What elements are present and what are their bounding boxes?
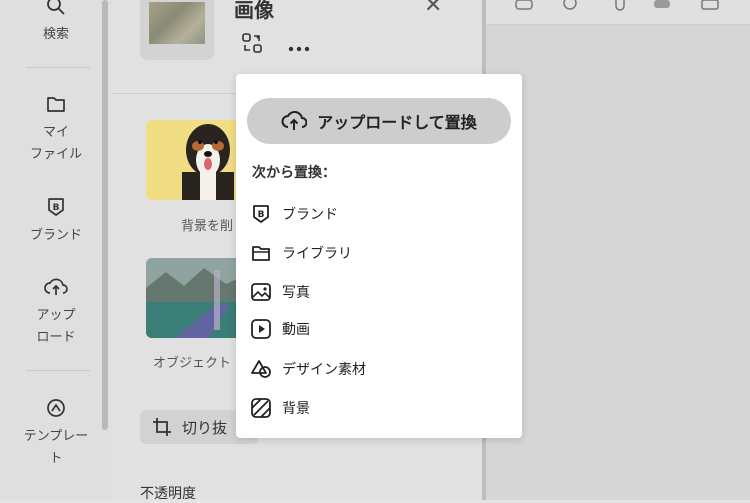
nav-upload[interactable]: アップ ロード: [0, 275, 112, 349]
cloud-upload-icon: [281, 110, 308, 130]
top-toolbar: [486, 0, 750, 25]
menu-item-label: 背景: [282, 401, 310, 417]
nav-templates-label: テンプレー ト: [23, 429, 89, 466]
toolbar-icon[interactable]: [700, 0, 720, 14]
panel-divider: [112, 93, 236, 94]
menu-item-label: ブランド: [282, 207, 338, 223]
svg-text:B: B: [53, 203, 60, 213]
nav-search[interactable]: 検索: [0, 0, 112, 46]
menu-item-label: 写真: [282, 285, 310, 301]
menu-item-design-elements[interactable]: デザイン素材: [250, 354, 500, 384]
replace-menu: アップロードして置換 次から置換： B ブランド ライブラリ 写真 動画 デザイ…: [236, 74, 522, 438]
menu-item-videos[interactable]: 動画: [250, 314, 500, 344]
menu-item-library[interactable]: ライブラリ: [250, 238, 500, 268]
menu-item-photos[interactable]: 写真: [250, 277, 500, 307]
background-icon: [250, 397, 272, 419]
panel-title: 画像: [234, 0, 274, 22]
shapes-icon: [250, 358, 272, 380]
menu-item-label: ライブラリ: [282, 246, 352, 262]
sidebar-divider: [26, 67, 90, 68]
nav-my-files[interactable]: マイ ファイル: [0, 92, 112, 166]
replace-icon[interactable]: [240, 31, 264, 55]
menu-item-label: 動画: [282, 322, 310, 338]
background-remover-card[interactable]: [146, 120, 248, 200]
upload-and-replace-label: アップロードして置換: [317, 113, 477, 132]
photo-icon: [250, 281, 272, 303]
cloud-upload-icon: [44, 275, 68, 299]
menu-item-label: デザイン素材: [282, 362, 366, 378]
crop-label: 切り抜: [182, 418, 228, 437]
replace-from-heading: 次から置換：: [252, 165, 336, 181]
toolbar-icon[interactable]: [652, 0, 672, 14]
menu-item-brand[interactable]: B ブランド: [250, 199, 500, 229]
more-options-icon[interactable]: [288, 38, 310, 57]
nav-my-files-label: マイ ファイル: [29, 125, 82, 162]
templates-icon: [44, 396, 68, 420]
sidebar-divider: [26, 370, 90, 371]
crop-icon: [153, 418, 171, 436]
toolbar-icon[interactable]: [610, 0, 630, 14]
canvas-area: [486, 0, 750, 500]
search-icon: [44, 0, 68, 18]
opacity-label: 不透明度: [140, 486, 196, 502]
svg-text:B: B: [258, 210, 265, 220]
lake-image: [146, 258, 248, 338]
toolbar-icon[interactable]: [560, 0, 580, 14]
nav-brand[interactable]: B ブランド: [0, 195, 112, 247]
folder-icon: [250, 242, 272, 264]
upload-and-replace-button[interactable]: アップロードして置換: [247, 98, 511, 144]
folder-icon: [44, 92, 68, 116]
dog-image: [146, 120, 248, 200]
menu-item-backgrounds[interactable]: 背景: [250, 393, 500, 423]
object-tool-label: オブジェクト: [153, 356, 232, 371]
nav-templates[interactable]: テンプレー ト: [0, 396, 112, 470]
background-remover-label: 背景を削: [181, 219, 234, 234]
nav-search-label: 検索: [42, 27, 69, 42]
brand-icon: B: [250, 203, 272, 225]
nav-brand-label: ブランド: [29, 228, 82, 243]
toolbar-icon[interactable]: [514, 0, 534, 14]
close-icon[interactable]: ✕: [424, 0, 442, 18]
selected-image-thumbnail[interactable]: [140, 0, 214, 60]
object-tool-card[interactable]: [146, 258, 248, 338]
brand-icon: B: [44, 195, 68, 219]
nav-upload-label: アップ ロード: [36, 308, 76, 345]
video-icon: [250, 318, 272, 340]
image-thumbnail: [149, 2, 205, 44]
